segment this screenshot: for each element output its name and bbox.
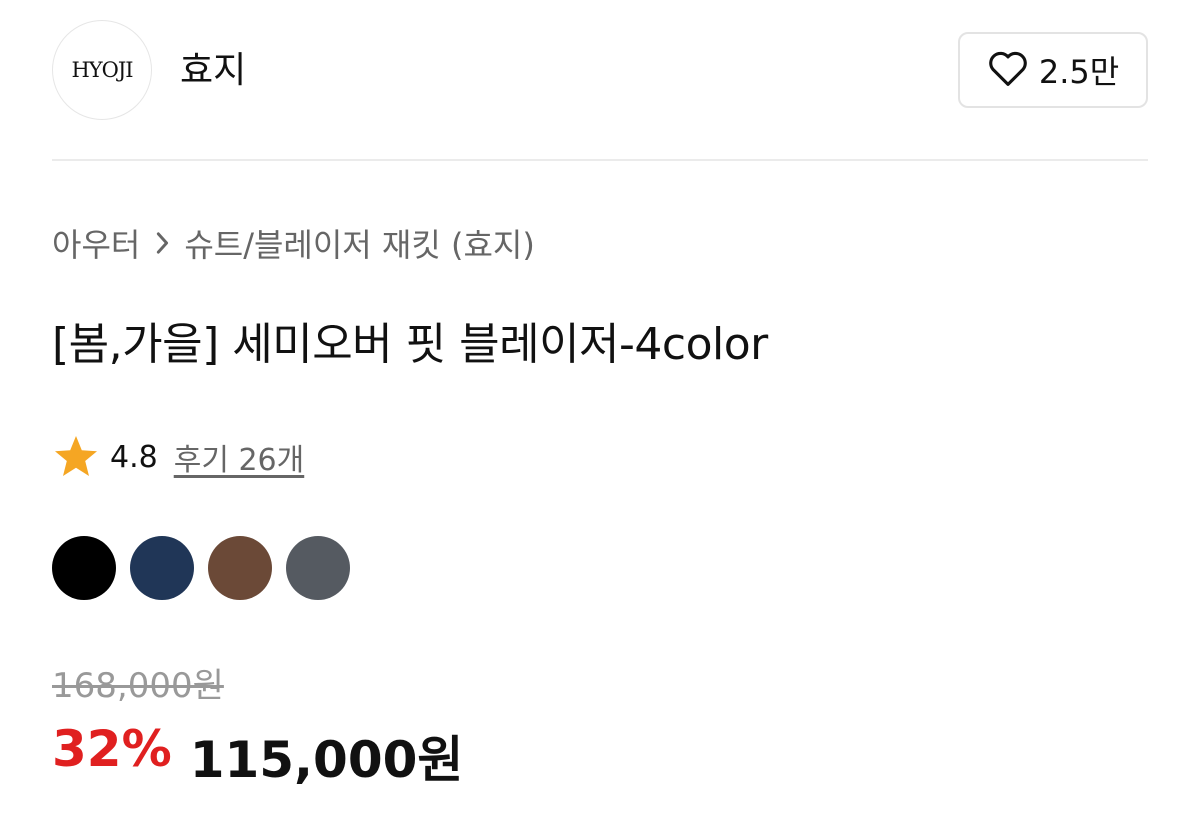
chevron-right-icon [154, 232, 170, 254]
like-button[interactable]: 2.5만 [958, 32, 1148, 108]
breadcrumb-subcategory[interactable]: 슈트/블레이저 재킷 (효지) [184, 220, 535, 266]
color-swatch-black[interactable] [52, 536, 116, 600]
breadcrumb: 아우터 슈트/블레이저 재킷 (효지) [52, 220, 535, 266]
color-swatch-brown[interactable] [208, 536, 272, 600]
price-row: 32% 115,000원 [52, 720, 463, 792]
product-title: [봄,가을] 세미오버 핏 블레이저-4color [52, 319, 768, 370]
review-count-link[interactable]: 후기 26개 [174, 435, 305, 479]
color-swatch-gray[interactable] [286, 536, 350, 600]
brand-name[interactable]: 효지 [180, 48, 246, 94]
star-icon [52, 434, 100, 480]
brand-header: HYOJI 효지 2.5만 [52, 20, 1148, 122]
discount-rate: 32% [52, 720, 172, 778]
color-swatches [52, 536, 350, 600]
rating-value: 4.8 [110, 439, 158, 475]
breadcrumb-category[interactable]: 아우터 [52, 220, 140, 266]
sale-price: 115,000원 [189, 731, 464, 789]
rating-row: 4.8 후기 26개 [52, 434, 304, 480]
brand-logo-text: HYOJI [71, 58, 133, 82]
brand-logo[interactable]: HYOJI [52, 20, 152, 120]
heart-icon [987, 49, 1029, 91]
header-divider [52, 159, 1148, 161]
original-price: 168,000원 [52, 666, 224, 706]
color-swatch-navy[interactable] [130, 536, 194, 600]
like-count: 2.5만 [1038, 53, 1120, 91]
star-shape [55, 436, 97, 476]
